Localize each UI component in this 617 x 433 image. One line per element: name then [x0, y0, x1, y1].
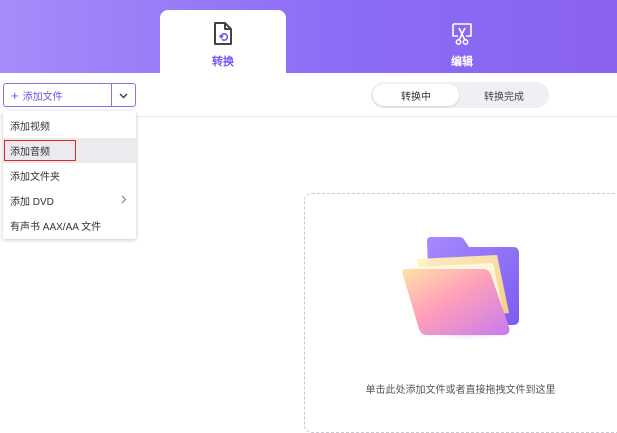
menu-item-label: 添加视频: [10, 122, 50, 133]
tab-edit-label: 编辑: [451, 56, 473, 68]
edit-scissors-icon: [450, 21, 474, 47]
menu-item-label: 有声书 AAX/AA 文件: [10, 222, 102, 233]
highlight-box: [4, 140, 76, 161]
convert-file-icon: [212, 21, 234, 47]
menu-item-add-video[interactable]: 添加视频: [3, 113, 136, 138]
tab-edit[interactable]: 编辑: [399, 10, 525, 73]
menu-item-add-dvd[interactable]: 添加 DVD: [3, 188, 136, 213]
segment-converting[interactable]: 转换中: [373, 84, 459, 106]
add-file-label: 添加文件: [22, 91, 63, 103]
menu-item-add-folder[interactable]: 添加文件夹: [3, 163, 136, 188]
folder-icon[interactable]: [397, 233, 527, 348]
chevron-right-icon: [121, 195, 127, 207]
menu-item-label: 添加 DVD: [10, 197, 54, 208]
drop-zone-hint: 单击此处添加文件或者直接拖拽文件到这里: [365, 385, 556, 396]
add-file-dropdown-button[interactable]: [111, 84, 135, 106]
add-file-button[interactable]: + 添加文件: [4, 84, 111, 106]
menu-item-add-audiobook[interactable]: 有声书 AAX/AA 文件: [3, 213, 136, 238]
add-file-menu: 添加视频 添加音频 添加文件夹 添加 DVD 有声书 AAX/AA 文件: [3, 111, 136, 239]
segment-converted[interactable]: 转换完成: [461, 84, 547, 106]
chevron-down-icon: [119, 86, 128, 104]
status-segmented-control: 转换中 转换完成: [371, 82, 549, 108]
tab-convert[interactable]: 转换: [160, 10, 286, 73]
top-header: 转换 编辑: [0, 0, 617, 73]
tab-convert-label: 转换: [212, 56, 234, 68]
menu-item-add-audio[interactable]: 添加音频: [3, 138, 136, 163]
menu-item-label: 添加文件夹: [10, 172, 60, 183]
add-file-split-button: + 添加文件: [3, 83, 136, 107]
plus-icon: +: [11, 87, 19, 103]
